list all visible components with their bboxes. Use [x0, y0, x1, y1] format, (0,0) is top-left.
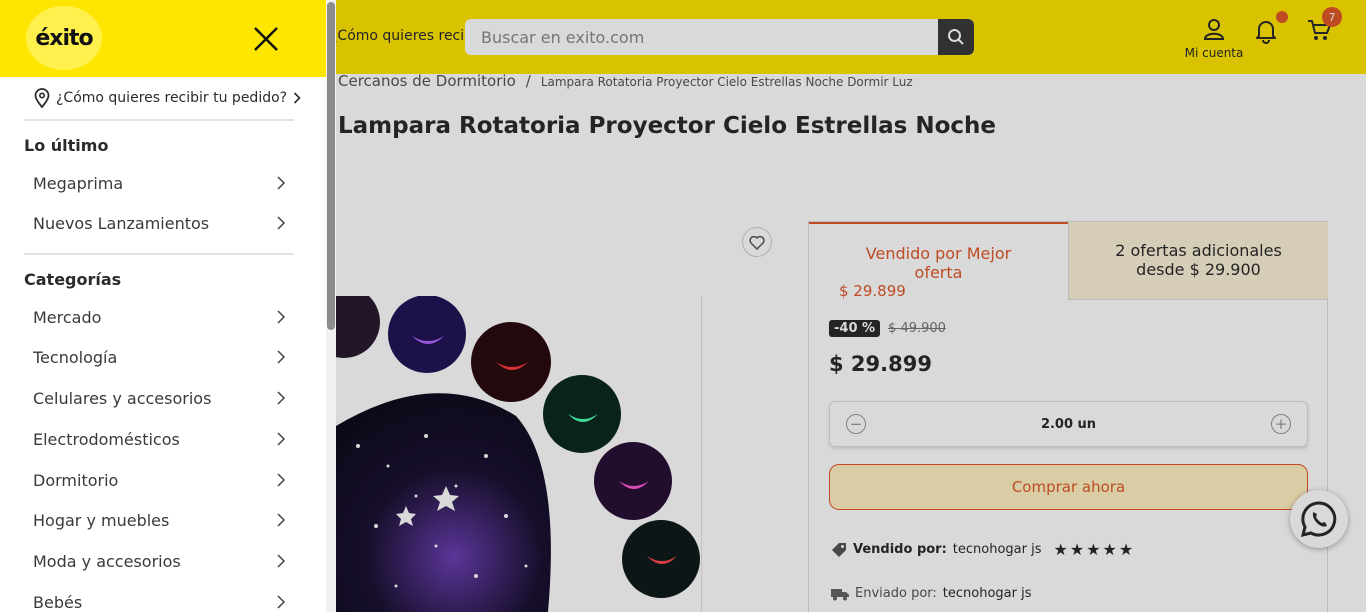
close-button[interactable] — [250, 23, 282, 55]
chevron-right-icon — [276, 390, 286, 406]
chevron-right-icon — [276, 175, 286, 191]
drawer-header: éxito — [0, 0, 326, 77]
menu-item-label: Megaprima — [33, 173, 124, 193]
menu-item-label: Nuevos Lanzamientos — [33, 213, 210, 233]
menu-item-celulares[interactable]: Celulares y accesorios — [24, 381, 294, 415]
chevron-right-icon — [276, 309, 286, 325]
menu-item-label: Electrodomésticos — [33, 429, 180, 449]
menu-item-tecnologia[interactable]: Tecnología — [24, 340, 294, 374]
drawer-delivery-selector[interactable]: ¿Cómo quieres recibir tu pedido? — [34, 88, 301, 108]
chevron-right-icon — [276, 349, 286, 365]
menu-item-label: Hogar y muebles — [33, 510, 170, 530]
location-pin-icon — [34, 88, 50, 108]
chevron-right-icon — [276, 472, 286, 488]
section-heading-latest: Lo último — [24, 136, 109, 155]
menu-item-bebes[interactable]: Bebés — [24, 585, 294, 612]
exito-logo[interactable]: éxito — [26, 6, 102, 70]
chevron-right-icon — [276, 431, 286, 447]
chevron-right-icon — [276, 512, 286, 528]
logo-text: éxito — [35, 25, 93, 51]
menu-item-label: Bebés — [33, 592, 83, 612]
menu-item-nuevos-lanzamientos[interactable]: Nuevos Lanzamientos — [24, 206, 294, 240]
menu-item-electrodomesticos[interactable]: Electrodomésticos — [24, 422, 294, 456]
menu-item-hogar-muebles[interactable]: Hogar y muebles — [24, 503, 294, 537]
drawer-delivery-text: ¿Cómo quieres recibir tu pedido? — [56, 90, 288, 106]
menu-item-label: Tecnología — [33, 347, 118, 367]
menu-item-megaprima[interactable]: Megaprima — [24, 166, 294, 200]
side-menu-drawer: éxito ¿Cómo quieres recibir tu pedido? L… — [0, 0, 336, 612]
chevron-right-icon — [294, 92, 301, 104]
chevron-right-icon — [276, 594, 286, 610]
drawer-scrollbar-thumb[interactable] — [327, 2, 335, 330]
menu-item-label: Celulares y accesorios — [33, 388, 212, 408]
menu-item-dormitorio[interactable]: Dormitorio — [24, 463, 294, 497]
drawer-divider — [24, 119, 294, 121]
menu-item-mercado[interactable]: Mercado — [24, 300, 294, 334]
chevron-right-icon — [276, 553, 286, 569]
menu-item-label: Dormitorio — [33, 470, 119, 490]
close-icon — [254, 27, 278, 51]
drawer-divider — [24, 253, 294, 255]
chevron-right-icon — [276, 215, 286, 231]
menu-item-moda[interactable]: Moda y accesorios — [24, 544, 294, 578]
section-heading-categories: Categorías — [24, 270, 122, 289]
menu-item-label: Mercado — [33, 307, 102, 327]
menu-item-label: Moda y accesorios — [33, 551, 181, 571]
